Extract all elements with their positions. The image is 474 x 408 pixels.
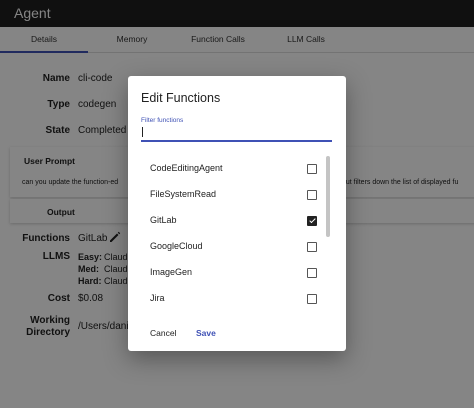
edit-functions-dialog: Edit Functions Filter functions CodeEdit… (128, 76, 346, 351)
function-item-imagegen[interactable]: ImageGen (128, 260, 334, 286)
function-item-label: GitLab (150, 215, 177, 225)
function-checkbox[interactable] (307, 164, 317, 174)
scrollbar-thumb[interactable] (326, 156, 330, 237)
function-checkbox[interactable] (307, 294, 317, 304)
function-list-scrollbar[interactable] (326, 154, 331, 314)
filter-functions-input[interactable] (141, 126, 332, 142)
function-checkbox[interactable] (307, 242, 317, 252)
function-item-codeeditingagent[interactable]: CodeEditingAgent (128, 156, 334, 182)
cancel-button[interactable]: Cancel (150, 328, 176, 338)
function-item-label: CodeEditingAgent (150, 163, 223, 173)
function-item-label: GoogleCloud (150, 241, 203, 251)
text-cursor (142, 127, 143, 137)
function-list: CodeEditingAgent FileSystemRead GitLab G… (128, 156, 334, 313)
function-item-label: FileSystemRead (150, 189, 217, 199)
function-checkbox-checked[interactable] (307, 216, 317, 226)
function-item-filesystemread[interactable]: FileSystemRead (128, 182, 334, 208)
save-button[interactable]: Save (196, 328, 216, 338)
function-checkbox[interactable] (307, 268, 317, 278)
function-item-googlecloud[interactable]: GoogleCloud (128, 234, 334, 260)
function-item-gitlab[interactable]: GitLab (128, 208, 334, 234)
filter-functions-label: Filter functions (141, 117, 184, 124)
function-item-jira[interactable]: Jira (128, 286, 334, 312)
function-checkbox[interactable] (307, 190, 317, 200)
dialog-title: Edit Functions (141, 91, 221, 105)
function-item-label: ImageGen (150, 267, 193, 277)
function-item-label: Jira (150, 293, 165, 303)
